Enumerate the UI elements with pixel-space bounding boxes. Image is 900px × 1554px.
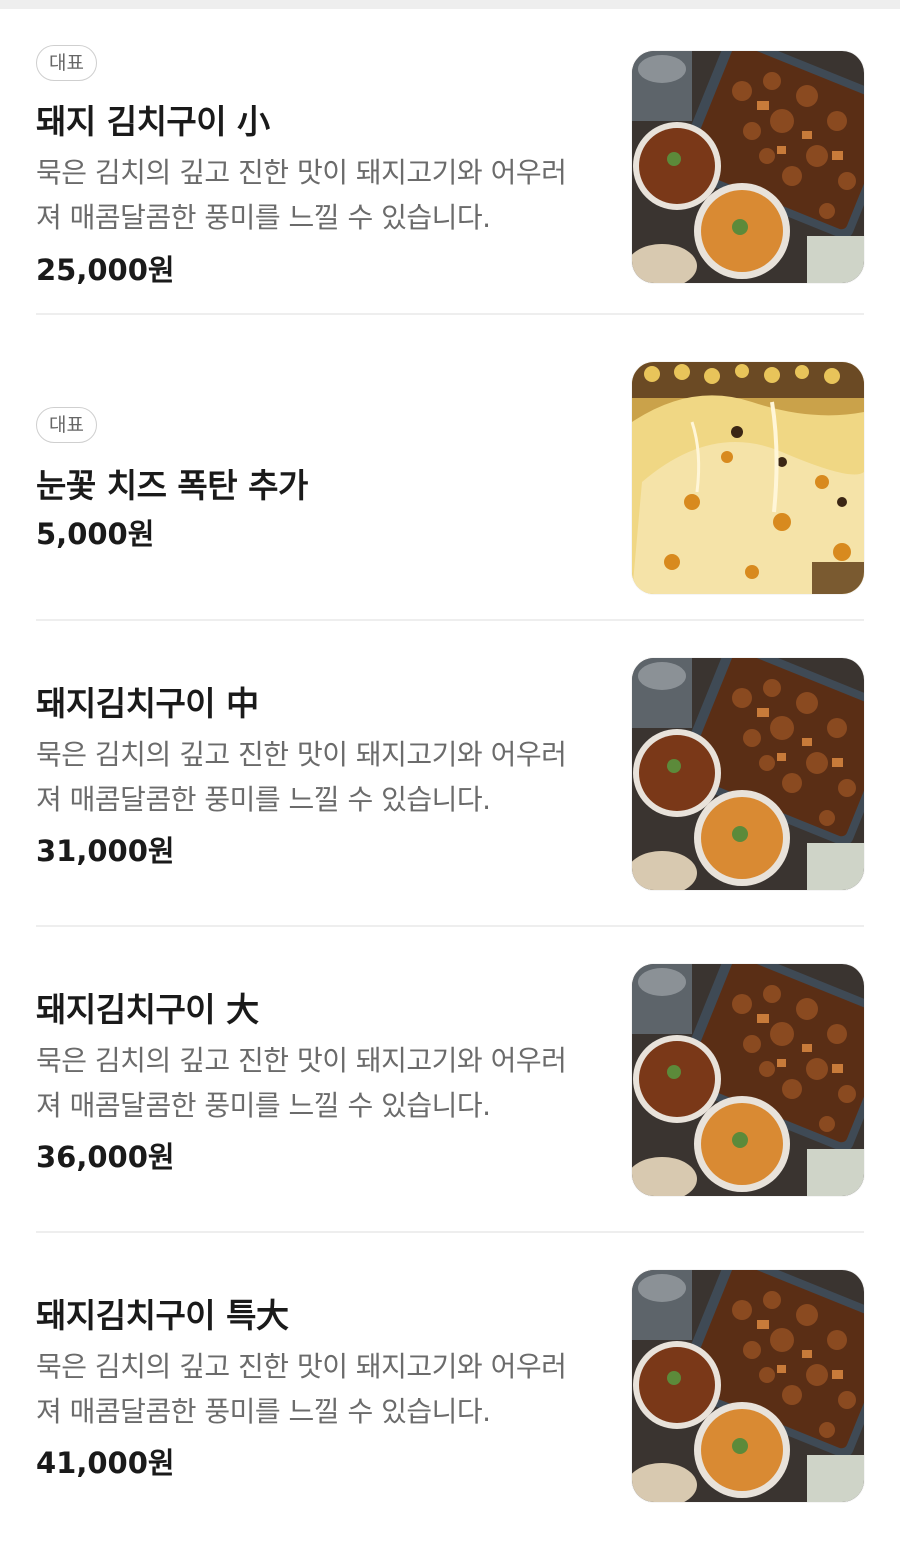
signature-badge: 대표: [36, 45, 97, 81]
menu-item-name: 돼지 김치구이 小: [36, 102, 270, 141]
kimchi-pork-photo[interactable]: [632, 51, 864, 283]
menu-item-description: 묵은 김치의 깊고 진한 맛이 돼지고기와 어우러져 매콤달콤한 풍미를 느낄 …: [36, 1350, 567, 1428]
menu-item-name: 눈꽃 치즈 폭탄 추가: [36, 466, 308, 505]
menu-item[interactable]: 돼지김치구이 中 묵은 김치의 깊고 진한 맛이 돼지고기와 어우러져 매콤달콤…: [36, 621, 864, 927]
menu-item[interactable]: 대표 돼지 김치구이 小 묵은 김치의 깊고 진한 맛이 돼지고기와 어우러져 …: [36, 9, 864, 315]
menu-item-price: 41,000원: [36, 1446, 175, 1480]
menu-item-price: 31,000원: [36, 834, 175, 868]
cheese-photo[interactable]: [632, 362, 864, 594]
menu-item-description: 묵은 김치의 깊고 진한 맛이 돼지고기와 어우러져 매콤달콤한 풍미를 느낄 …: [36, 738, 567, 816]
menu-item-price: 36,000원: [36, 1140, 175, 1174]
menu-item[interactable]: 대표 눈꽃 치즈 폭탄 추가 5,000원: [36, 315, 864, 621]
menu-item-description: 묵은 김치의 깊고 진한 맛이 돼지고기와 어우러져 매콤달콤한 풍미를 느낄 …: [36, 156, 567, 234]
menu-list: 대표 돼지 김치구이 小 묵은 김치의 깊고 진한 맛이 돼지고기와 어우러져 …: [0, 9, 900, 1539]
menu-item-description: 묵은 김치의 깊고 진한 맛이 돼지고기와 어우러져 매콤달콤한 풍미를 느낄 …: [36, 1044, 567, 1122]
menu-item-name: 돼지김치구이 특大: [36, 1296, 289, 1335]
kimchi-pork-photo[interactable]: [632, 658, 864, 890]
kimchi-pork-photo[interactable]: [632, 1270, 864, 1502]
signature-badge: 대표: [36, 407, 97, 443]
menu-item-price: 5,000원: [36, 517, 155, 551]
menu-item[interactable]: 돼지김치구이 특大 묵은 김치의 깊고 진한 맛이 돼지고기와 어우러져 매콤달…: [36, 1233, 864, 1539]
menu-item-name: 돼지김치구이 中: [36, 684, 259, 723]
kimchi-pork-photo[interactable]: [632, 964, 864, 1196]
menu-item[interactable]: 돼지김치구이 大 묵은 김치의 깊고 진한 맛이 돼지고기와 어우러져 매콤달콤…: [36, 927, 864, 1233]
top-divider: [0, 0, 900, 9]
menu-item-price: 25,000원: [36, 253, 175, 287]
menu-item-name: 돼지김치구이 大: [36, 990, 259, 1029]
